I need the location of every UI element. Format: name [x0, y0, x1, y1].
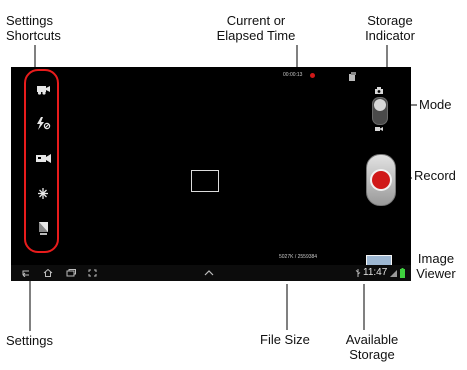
home-icon[interactable]: [43, 269, 53, 277]
mode-switch[interactable]: [372, 97, 388, 125]
callout-mode: Mode: [419, 97, 452, 112]
callout-available-storage: Available Storage: [340, 332, 404, 362]
flash-off-icon[interactable]: [36, 117, 51, 130]
callout-available-storage-line1: Available: [345, 332, 399, 347]
back-icon[interactable]: [20, 269, 30, 277]
callout-file-size: File Size: [260, 332, 310, 347]
callout-storage-indicator-line2: Indicator: [365, 28, 415, 43]
camera-icon: [375, 87, 383, 94]
callout-storage-indicator: Storage Indicator: [357, 13, 423, 43]
up-chevron-icon[interactable]: [204, 270, 214, 276]
focus-frame: [191, 170, 219, 192]
storage-card-icon[interactable]: [36, 222, 51, 235]
callout-settings: Settings: [6, 333, 53, 348]
elapsed-timer: 00:00:13: [283, 72, 303, 78]
mode-switch-knob: [374, 99, 386, 111]
callout-settings-shortcuts: Settings Shortcuts: [6, 13, 61, 43]
record-dot-icon: [372, 171, 390, 189]
callout-settings-shortcuts-line1: Settings: [6, 13, 53, 28]
callout-image-viewer: Image Viewer: [410, 251, 462, 281]
settings-shortcuts-panel: [24, 69, 59, 253]
callout-storage-indicator-line1: Storage: [367, 13, 413, 28]
callout-elapsed-time-line1: Current or: [226, 13, 286, 28]
callout-settings-shortcuts-line2: Shortcuts: [6, 28, 61, 43]
usb-icon: [355, 269, 361, 277]
video-icon: [375, 126, 383, 132]
recording-mode-icon[interactable]: [36, 152, 51, 165]
record-button[interactable]: [366, 154, 396, 206]
file-size-readout: 5027K / 2559384: [279, 254, 318, 260]
clock: 11:47: [363, 267, 388, 278]
callout-elapsed-time-line2: Elapsed Time: [216, 28, 296, 43]
recent-apps-icon[interactable]: [66, 269, 76, 277]
camcorder-switch-icon[interactable]: [36, 82, 51, 95]
callout-image-viewer-line1: Image: [417, 251, 455, 266]
camera-screen: 00:00:13 5027K / 2559384 11:47: [11, 67, 411, 281]
callout-record: Record: [414, 168, 456, 183]
system-status-bar: 11:47: [11, 265, 411, 281]
wifi-icon: [390, 270, 397, 277]
recording-dot-icon: [310, 73, 315, 78]
storage-indicator-icon: [348, 72, 357, 81]
screenshot-icon[interactable]: [88, 269, 97, 277]
battery-icon: [400, 268, 405, 278]
callout-available-storage-line2: Storage: [349, 347, 395, 362]
exposure-icon[interactable]: [36, 187, 51, 200]
callout-elapsed-time: Current or Elapsed Time: [208, 13, 304, 43]
callout-image-viewer-line2: Viewer: [416, 266, 456, 281]
